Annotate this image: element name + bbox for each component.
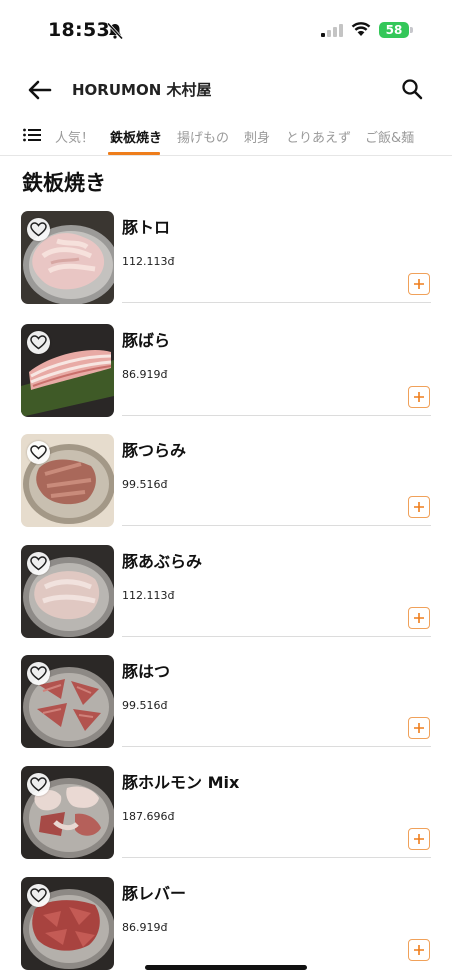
battery-level: 58: [385, 23, 403, 37]
battery-cap: [410, 27, 413, 33]
status-bar: 18:53 58: [0, 0, 452, 60]
add-to-cart-plus-icon[interactable]: [408, 939, 430, 961]
status-time: 18:53: [48, 19, 110, 41]
item-name: 豚ホルモン Mix: [122, 773, 240, 792]
item-name: 豚レバー: [122, 884, 187, 903]
favorite-heart-icon[interactable]: [27, 218, 50, 241]
add-to-cart-plus-icon[interactable]: [408, 717, 430, 739]
item-price: 112.113đ: [122, 255, 175, 268]
item-divider: [122, 415, 431, 416]
menu-item[interactable]: 豚ホルモン Mix 187.696đ: [0, 766, 452, 876]
item-price: 99.516đ: [122, 699, 168, 712]
menu-item[interactable]: 豚トロ 112.113đ: [0, 211, 452, 321]
signal-icon: [321, 24, 343, 37]
menu-item[interactable]: 豚あぶらみ 112.113đ: [0, 545, 452, 655]
menu-item[interactable]: 豚ばら 86.919đ: [0, 324, 452, 434]
store-header: HORUMON 木村屋: [0, 68, 452, 112]
battery-icon: 58: [379, 22, 409, 38]
item-divider: [122, 302, 431, 303]
item-name: 豚あぶらみ: [122, 552, 203, 571]
section-title: 鉄板焼き: [22, 171, 106, 195]
search-icon[interactable]: [400, 77, 424, 101]
item-divider: [122, 636, 431, 637]
favorite-heart-icon[interactable]: [27, 884, 50, 907]
category-tabs: 人気！ 鉄板焼き 揚げもの 刺身 とりあえず ご飯&麺: [0, 118, 452, 156]
list-menu-icon[interactable]: [23, 128, 41, 142]
item-price: 99.516đ: [122, 478, 168, 491]
item-price: 187.696đ: [122, 810, 175, 823]
bell-slash-icon: [106, 22, 124, 40]
tab-teppanyaki[interactable]: 鉄板焼き: [110, 127, 162, 146]
tab-popular[interactable]: 人気！: [55, 127, 94, 146]
menu-item[interactable]: 豚つらみ 99.516đ: [0, 434, 452, 544]
arrow-left-icon[interactable]: [26, 78, 54, 102]
item-name: 豚はつ: [122, 662, 171, 681]
add-to-cart-plus-icon[interactable]: [408, 273, 430, 295]
favorite-heart-icon[interactable]: [27, 552, 50, 575]
item-divider: [122, 746, 431, 747]
tab-rice-noodles[interactable]: ご飯&麺: [365, 127, 414, 146]
active-tab-indicator: [108, 152, 160, 155]
item-divider: [122, 525, 431, 526]
favorite-heart-icon[interactable]: [27, 441, 50, 464]
item-name: 豚トロ: [122, 218, 171, 237]
add-to-cart-plus-icon[interactable]: [408, 607, 430, 629]
item-price: 86.919đ: [122, 368, 168, 381]
tab-sashimi[interactable]: 刺身: [244, 127, 270, 146]
favorite-heart-icon[interactable]: [27, 331, 50, 354]
wifi-icon: [351, 22, 371, 36]
item-name: 豚ばら: [122, 331, 171, 350]
item-name: 豚つらみ: [122, 441, 187, 460]
favorite-heart-icon[interactable]: [27, 662, 50, 685]
item-price: 86.919đ: [122, 921, 168, 934]
menu-item[interactable]: 豚はつ 99.516đ: [0, 655, 452, 765]
home-indicator[interactable]: [145, 965, 307, 970]
favorite-heart-icon[interactable]: [27, 773, 50, 796]
add-to-cart-plus-icon[interactable]: [408, 496, 430, 518]
item-price: 112.113đ: [122, 589, 175, 602]
tab-starters[interactable]: とりあえず: [286, 127, 351, 146]
item-divider: [122, 857, 431, 858]
store-title: HORUMON 木村屋: [72, 81, 212, 99]
tab-fried[interactable]: 揚げもの: [177, 127, 229, 146]
add-to-cart-plus-icon[interactable]: [408, 828, 430, 850]
add-to-cart-plus-icon[interactable]: [408, 386, 430, 408]
